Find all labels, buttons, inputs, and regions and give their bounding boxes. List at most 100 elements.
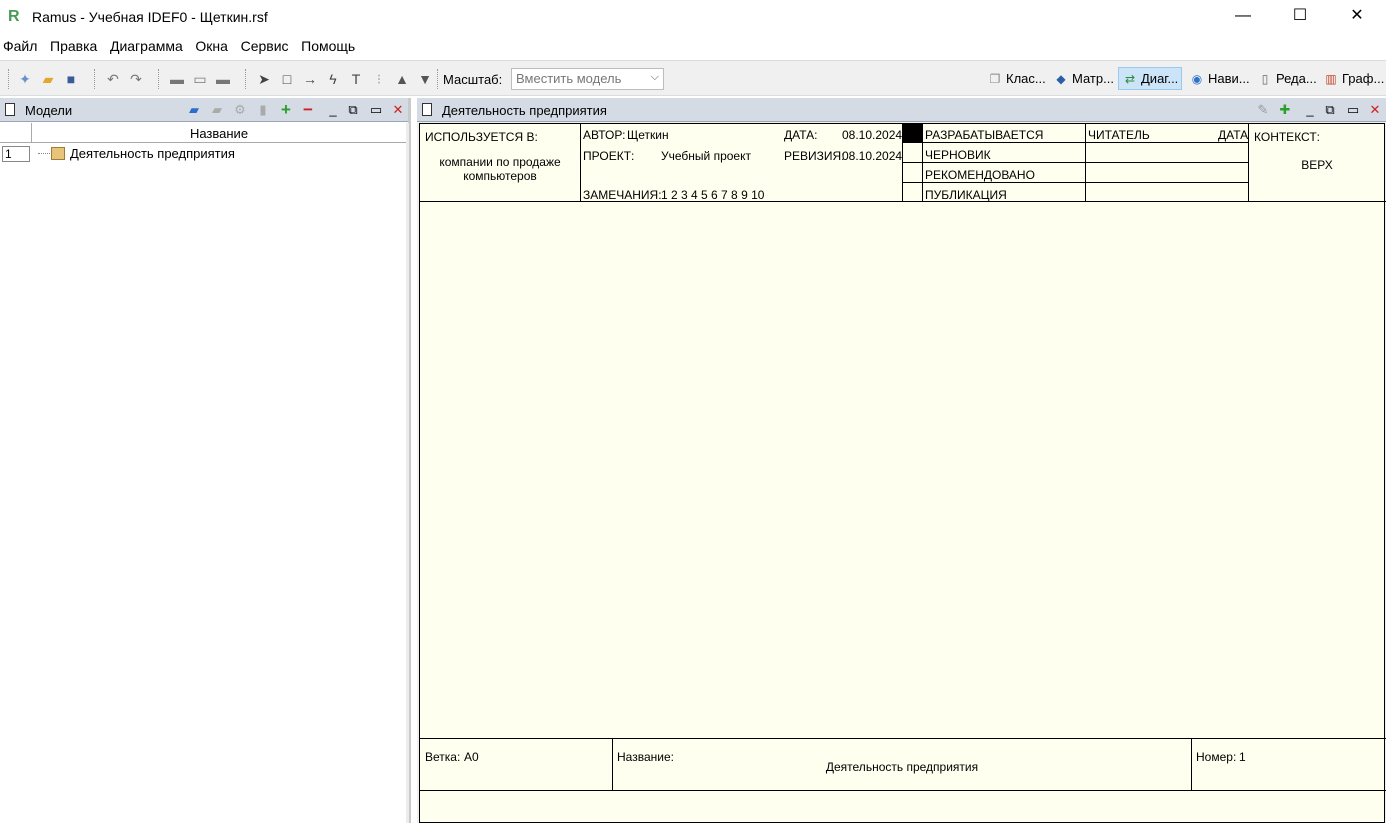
paste-icon[interactable]: ▬ [214,70,232,88]
tree-connector [38,153,52,154]
title-bar: R Ramus - Учебная IDEF0 - Щеткин.rsf — ☐… [0,0,1386,34]
context-label: КОНТЕКСТ: [1254,130,1320,144]
zoom-label: Масштаб: [443,72,503,87]
tab-graph[interactable]: ▥ Граф... [1320,67,1386,90]
menu-help[interactable]: Помощь [301,38,355,54]
frame-line [1191,739,1192,791]
maximize-panel-icon[interactable]: ▭ [368,102,384,118]
maximize-panel-icon[interactable]: ▭ [1345,102,1361,118]
tab-navigator[interactable]: ◉ Нави... [1186,67,1253,90]
level-down-icon[interactable]: ▼ [416,70,434,88]
frame-line [612,739,613,791]
grid-icon[interactable]: ⁝ [370,70,388,88]
menu-service[interactable]: Сервис [241,38,289,54]
toolbar-separator [158,69,159,89]
minimize-panel-icon[interactable]: _ [325,102,341,118]
status-recommended: РЕКОМЕНДОВАНО [925,168,1035,182]
used-in-value-1: компании по продаже [439,155,561,169]
new-file-icon[interactable]: ✦ [16,70,34,88]
redo-icon[interactable]: ↷ [127,70,145,88]
date-value: 08.10.2024 [842,128,903,142]
models-panel: Модели ▰ ▰ ⚙ ▮ + − _ ⧉ ▭ ✕ Название 1 Де… [0,98,411,823]
matrix-icon: ◆ [1056,71,1066,86]
notes-label: ЗАМЕЧАНИЯ: [583,188,662,202]
notes-value: 1 2 3 4 5 6 7 8 9 10 [661,188,765,202]
open-folder-icon[interactable]: ▰ [39,70,57,88]
cut-icon[interactable]: ▬ [168,70,186,88]
menu-windows[interactable]: Окна [195,38,228,54]
diagram-panel-title: Деятельность предприятия [442,103,607,118]
tab-diagram-label: Диаг... [1141,71,1179,86]
revision-value: 08.10.2024 [842,149,903,163]
restore-panel-icon[interactable]: ⧉ [345,102,361,118]
revision-label: РЕВИЗИЯ: [784,149,845,163]
tab-diagram[interactable]: ⇄ Диаг... [1118,67,1183,90]
save-icon[interactable]: ■ [62,70,80,88]
model-label[interactable]: Деятельность предприятия [70,146,235,161]
new-model-icon[interactable]: ▰ [186,102,202,118]
menu-edit[interactable]: Правка [50,38,97,54]
diagram-canvas[interactable]: ИСПОЛЬЗУЕТСЯ В: компании по продаже комп… [419,123,1386,823]
close-button[interactable]: ✕ [1328,0,1386,34]
menu-diagram[interactable]: Диаграмма [110,38,183,54]
model-icon [51,147,65,160]
frame-line [1085,124,1086,202]
arrow-icon[interactable]: → [301,70,319,88]
puzzle-icon[interactable]: ✚ [1277,102,1293,118]
tab-classes-label: Клас... [1006,71,1046,86]
scrollbar[interactable] [406,123,409,823]
row-number: 1 [2,146,30,162]
ramus-logo-icon: R [8,8,20,25]
menu-file[interactable]: Файл [3,38,37,54]
copy-icon[interactable]: ▭ [191,70,209,88]
minimize-panel-icon[interactable]: _ [1302,102,1318,118]
zoom-select[interactable]: Вместить модель ⌵ [511,68,664,90]
text-icon[interactable]: T [347,70,365,88]
tab-matrix[interactable]: ◆ Матр... [1050,67,1117,90]
maximize-button[interactable]: ☐ [1271,0,1329,34]
status-draft: ЧЕРНОВИК [925,148,991,162]
tab-matrix-label: Матр... [1072,71,1114,86]
tree-header: Название [0,123,408,143]
folder-icon[interactable]: ▰ [209,102,225,118]
tab-graph-label: Граф... [1342,71,1385,86]
tab-classes[interactable]: ❐ Клас... [984,67,1049,90]
level-up-icon[interactable]: ▲ [393,70,411,88]
project-label: ПРОЕКТ: [583,149,635,163]
undo-icon[interactable]: ↶ [104,70,122,88]
tree-row[interactable]: 1 Деятельность предприятия [0,145,408,163]
pin-icon[interactable]: ✎ [1255,102,1271,118]
diagram-panel: Деятельность предприятия ✎ ✚ _ ⧉ ▭ ✕ ИСП… [417,98,1386,823]
restore-panel-icon[interactable]: ⧉ [1322,102,1338,118]
frame-line [922,124,923,202]
toolbar-separator [94,69,95,89]
delete-icon[interactable]: ▮ [255,102,271,118]
settings-icon[interactable]: ⚙ [232,102,248,118]
frame-line [580,124,581,202]
diagram-icon: ⇄ [1124,71,1136,86]
idef0-header-frame: ИСПОЛЬЗУЕТСЯ В: компании по продаже комп… [420,124,1386,202]
graph-icon: ▥ [1325,71,1337,86]
classes-icon: ❐ [989,71,1001,86]
rectangle-icon[interactable]: □ [278,70,296,88]
frame-line [902,142,1248,143]
minimize-button[interactable]: — [1214,0,1272,34]
close-panel-icon[interactable]: ✕ [1367,102,1383,118]
remove-icon[interactable]: − [300,101,316,118]
tab-navigator-label: Нави... [1208,71,1250,86]
pointer-icon[interactable]: ➤ [255,70,273,88]
diagram-panel-header: Деятельность предприятия ✎ ✚ _ ⧉ ▭ ✕ [417,98,1386,122]
document-icon [5,103,15,116]
close-panel-icon[interactable]: ✕ [390,102,406,118]
column-name[interactable]: Название [32,126,406,141]
number-label: Номер: [1196,750,1237,764]
status-working: РАЗРАБАТЫВАЕТСЯ [925,128,1044,142]
used-in-label: ИСПОЛЬЗУЕТСЯ В: [425,130,538,144]
tab-editor[interactable]: ▯ Реда... [1254,67,1320,90]
reader-date-label: ДАТА [1218,128,1249,142]
project-value: Учебный проект [661,149,751,163]
add-icon[interactable]: + [278,101,294,118]
squiggle-icon[interactable]: ϟ [324,70,342,88]
node-value: A0 [464,750,479,764]
tab-editor-label: Реда... [1276,71,1317,86]
